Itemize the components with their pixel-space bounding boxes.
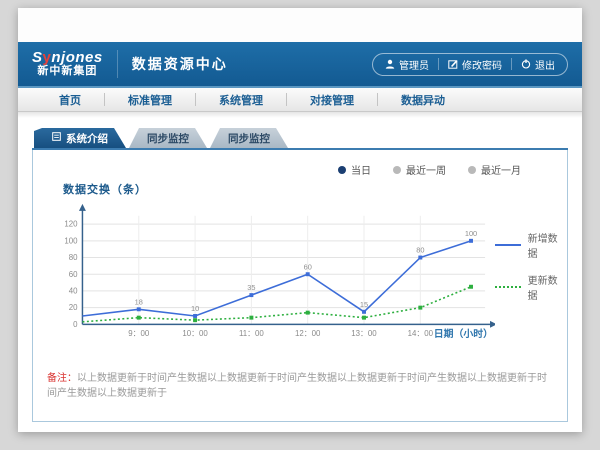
- svg-text:100: 100: [465, 229, 477, 238]
- nav-item-system-mgmt[interactable]: 系统管理: [196, 88, 286, 111]
- logo-company-name: 新中新集团: [37, 66, 97, 78]
- change-password-button[interactable]: 修改密码: [448, 57, 502, 72]
- edit-icon: [448, 59, 458, 69]
- svg-text:120: 120: [64, 220, 78, 229]
- radio-label: 当日: [351, 162, 371, 177]
- svg-text:100: 100: [64, 236, 78, 245]
- tab-label: 同步监控: [228, 131, 270, 146]
- svg-text:40: 40: [69, 286, 78, 295]
- power-icon: [521, 59, 531, 69]
- svg-text:14：00: 14：00: [408, 329, 434, 338]
- svg-text:11：00: 11：00: [239, 329, 264, 338]
- page-top-strip: [18, 8, 582, 42]
- company-logo: Synjones 新中新集团: [32, 50, 117, 77]
- nav-item-standard-mgmt[interactable]: 标准管理: [105, 88, 195, 111]
- logo-wordmark: Synjones: [32, 50, 103, 66]
- nav-item-interface-mgmt[interactable]: 对接管理: [287, 88, 377, 111]
- svg-text:60: 60: [304, 262, 312, 271]
- legend-label: 更新数据: [528, 272, 567, 302]
- footnote-label: 备注：: [47, 373, 77, 384]
- svg-text:日期（小时）: 日期（小时）: [434, 327, 493, 340]
- radio-label: 最近一月: [481, 162, 521, 177]
- chart-legend: 新增数据 更新数据: [495, 230, 567, 302]
- app-header: Synjones 新中新集团 数据资源中心 管理员 修改密码: [18, 42, 582, 88]
- nav-item-data-change[interactable]: 数据异动: [378, 88, 468, 111]
- tab-sync-monitor-1[interactable]: 同步监控: [129, 128, 207, 148]
- tab-label: 同步监控: [147, 131, 189, 146]
- user-toolbar: 管理员 修改密码 退出: [372, 53, 568, 76]
- svg-text:35: 35: [247, 283, 255, 292]
- pill-separator: [438, 58, 439, 70]
- nav-item-home[interactable]: 首页: [36, 88, 104, 111]
- tab-bar: 系统介绍 同步监控 同步监控: [34, 128, 582, 148]
- tab-sync-monitor-2[interactable]: 同步监控: [210, 128, 288, 148]
- tab-label: 系统介绍: [66, 131, 108, 146]
- current-user[interactable]: 管理员: [385, 57, 429, 72]
- svg-text:0: 0: [73, 320, 78, 329]
- document-icon: [52, 132, 61, 144]
- radio-dot: [338, 166, 346, 174]
- radio-last-month[interactable]: 最近一月: [468, 162, 521, 177]
- logout-button[interactable]: 退出: [521, 57, 555, 72]
- current-user-label: 管理员: [399, 57, 429, 72]
- radio-today[interactable]: 当日: [338, 162, 371, 177]
- change-password-label: 修改密码: [462, 57, 502, 72]
- logout-label: 退出: [535, 57, 555, 72]
- legend-line-solid: [495, 244, 521, 246]
- svg-text:10：00: 10：00: [182, 329, 208, 338]
- svg-text:80: 80: [69, 253, 78, 262]
- tab-system-intro[interactable]: 系统介绍: [34, 128, 126, 148]
- radio-dot: [468, 166, 476, 174]
- chart-panel: 当日 最近一周 最近一月 数据交换（条） 0 20 40 60 80 100 120 9：00…: [32, 150, 568, 422]
- svg-text:9：00: 9：00: [128, 329, 150, 338]
- legend-line-dotted: [495, 286, 521, 288]
- user-icon: [385, 59, 395, 69]
- svg-text:10: 10: [191, 304, 199, 313]
- svg-text:80: 80: [416, 246, 424, 255]
- legend-entry-new-data: 新增数据: [495, 230, 567, 260]
- y-axis-title: 数据交换（条）: [63, 181, 567, 197]
- range-filters: 当日 最近一周 最近一月: [33, 150, 567, 177]
- legend-entry-update-data: 更新数据: [495, 272, 567, 302]
- footnote: 备注：以上数据更新于时间产生数据以上数据更新于时间产生数据以上数据更新于时间产生…: [47, 371, 553, 401]
- legend-label: 新增数据: [528, 230, 567, 260]
- page-card: Synjones 新中新集团 数据资源中心 管理员 修改密码: [18, 8, 582, 432]
- nav-shadow: [18, 112, 582, 118]
- page-title: 数据资源中心: [132, 54, 228, 74]
- radio-label: 最近一周: [406, 162, 446, 177]
- chart-row: 0 20 40 60 80 100 120 9：00 10：00 11：00 12：00 13：00 1…: [41, 199, 567, 349]
- svg-text:13：00: 13：00: [351, 329, 377, 338]
- chart-svg: 0 20 40 60 80 100 120 9：00 10：00 11：00 12：00 13：00 1…: [41, 199, 495, 349]
- radio-last-week[interactable]: 最近一周: [393, 162, 446, 177]
- svg-text:15: 15: [360, 300, 368, 309]
- pill-separator: [511, 58, 512, 70]
- svg-text:20: 20: [69, 303, 78, 312]
- svg-text:12：00: 12：00: [295, 329, 321, 338]
- svg-text:60: 60: [69, 270, 78, 279]
- svg-text:18: 18: [135, 297, 143, 306]
- radio-dot: [393, 166, 401, 174]
- footnote-text: 以上数据更新于时间产生数据以上数据更新于时间产生数据以上数据更新于时间产生数据以…: [47, 373, 547, 399]
- header-divider: [117, 50, 118, 78]
- main-nav: 首页 标准管理 系统管理 对接管理 数据异动: [18, 88, 582, 112]
